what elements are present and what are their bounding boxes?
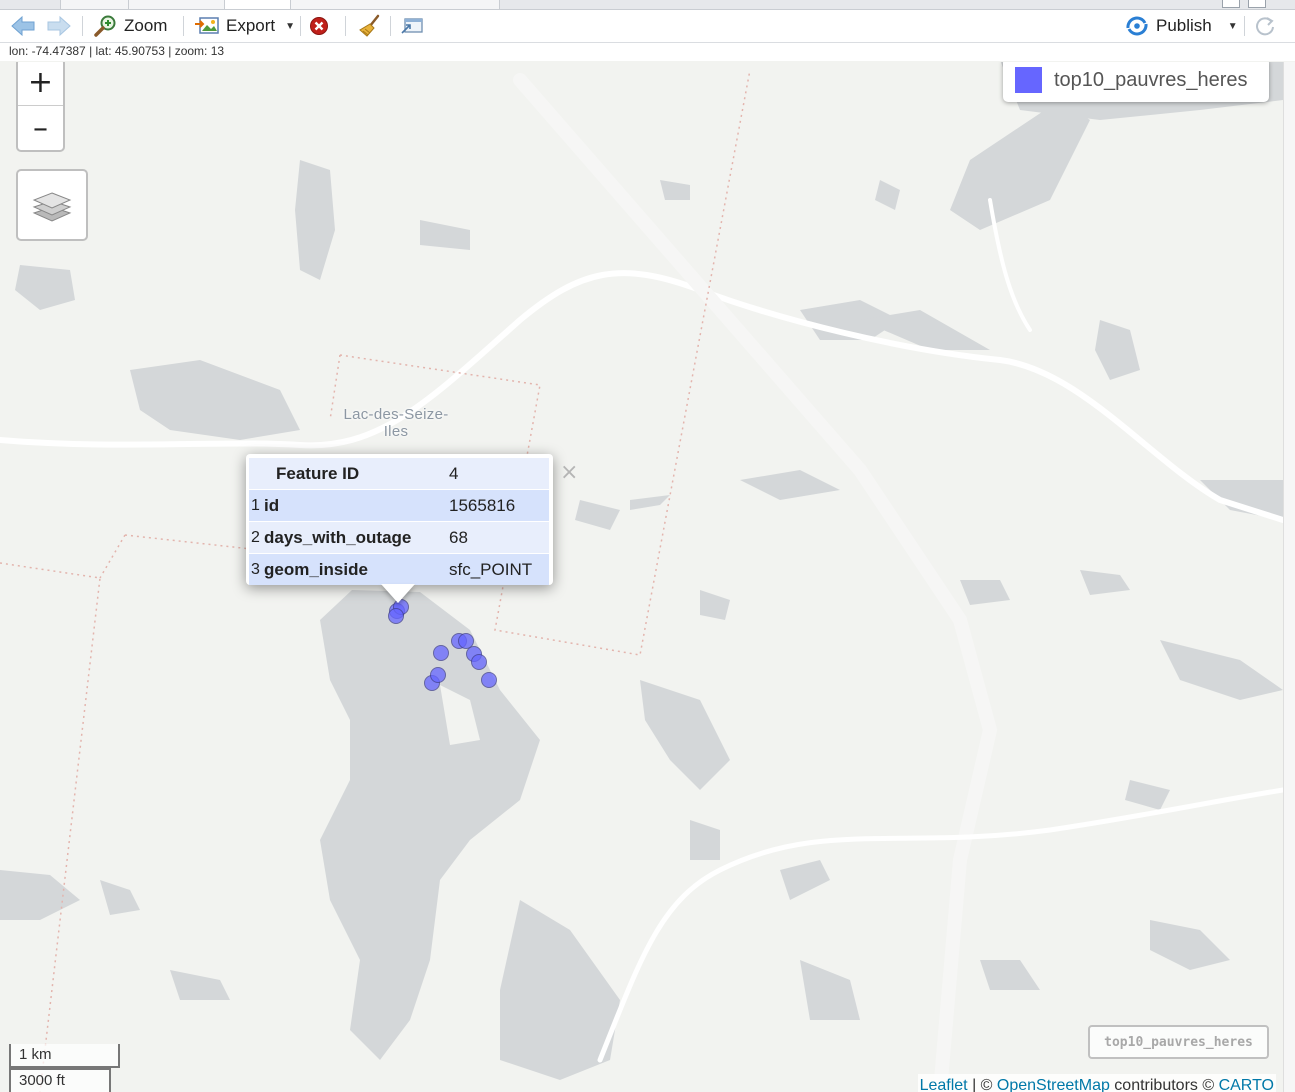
forward-button[interactable] xyxy=(46,14,72,38)
place-label: Lac-des-Seize- Iles xyxy=(325,406,467,440)
popup-attribute-table: Feature ID 4 1 id 1565816 2 days_with_ou… xyxy=(249,458,549,585)
popup-close-button[interactable]: × xyxy=(560,460,578,485)
scale-control: 1 km 3000 ft xyxy=(9,1044,120,1092)
refresh-button[interactable] xyxy=(1254,14,1276,38)
popup-row-key: days_with_outage xyxy=(264,521,449,554)
zoom-out-button[interactable]: – xyxy=(18,105,63,150)
legend-swatch xyxy=(1015,67,1042,93)
refresh-icon xyxy=(1256,17,1274,36)
layer-name-badge: top10_pauvres_heres xyxy=(1088,1025,1269,1059)
broom-icon xyxy=(359,14,380,37)
export-button[interactable]: Export ▼ xyxy=(194,14,295,38)
map-attribution: Leaflet | © OpenStreetMap contributors ©… xyxy=(917,1074,1276,1092)
attribution-mid: contributors © xyxy=(1109,1077,1219,1092)
popup-row-value: 68 xyxy=(449,521,549,554)
feature-marker[interactable] xyxy=(471,654,487,670)
popup-row: 1 id 1565816 xyxy=(249,489,549,522)
remove-button[interactable] xyxy=(309,14,329,38)
basemap-tiles xyxy=(0,62,1283,1092)
popup-header-value: 4 xyxy=(449,458,549,490)
publish-button[interactable]: Publish ▼ xyxy=(1124,14,1238,38)
clear-all-button[interactable] xyxy=(358,14,382,38)
back-arrow-icon xyxy=(11,15,35,37)
osm-link[interactable]: OpenStreetMap xyxy=(997,1077,1110,1092)
leaflet-map[interactable]: Lac-des-Seize- Iles + – top10_pauvres_he… xyxy=(0,62,1283,1092)
publish-icon xyxy=(1126,16,1148,36)
publish-dropdown-icon: ▼ xyxy=(1227,20,1238,32)
zoom-label: Zoom xyxy=(124,16,168,35)
tab[interactable] xyxy=(290,0,500,9)
scale-imperial: 3000 ft xyxy=(9,1068,111,1092)
map-legend: top10_pauvres_heres xyxy=(1003,62,1269,102)
vertical-scrollbar[interactable] xyxy=(1283,62,1295,1092)
popup-row-value: 1565816 xyxy=(449,489,549,522)
feature-marker[interactable] xyxy=(433,645,449,661)
popup-row: 3 geom_inside sfc_POINT xyxy=(249,553,549,585)
attribution-sep: | © xyxy=(967,1077,997,1092)
popup-row-key: geom_inside xyxy=(264,553,449,585)
popup-row-index: 2 xyxy=(249,521,264,554)
feature-marker[interactable] xyxy=(481,672,497,688)
publish-label: Publish xyxy=(1156,16,1212,35)
legend-label: top10_pauvres_heres xyxy=(1054,68,1248,91)
layers-icon xyxy=(32,192,72,222)
editor-tab-strip xyxy=(0,0,1295,10)
zoom-magnifier-icon xyxy=(94,15,116,37)
zoom-button[interactable]: Zoom xyxy=(94,14,167,38)
back-button[interactable] xyxy=(10,14,36,38)
popup-tip xyxy=(381,584,415,603)
feature-marker[interactable] xyxy=(430,667,446,683)
layers-control-button[interactable] xyxy=(16,169,88,241)
popup-header-key: Feature ID xyxy=(264,458,449,490)
place-label-line2: Iles xyxy=(383,423,409,440)
carto-link[interactable]: CARTO xyxy=(1219,1077,1274,1092)
tab-viewer[interactable] xyxy=(224,0,292,9)
popup-row: 2 days_with_outage 68 xyxy=(249,521,549,554)
feature-marker[interactable] xyxy=(388,608,404,624)
maximize-icon[interactable] xyxy=(1248,0,1266,8)
viewer-toolbar: Zoom Export ▼ Publish ▼ xyxy=(0,10,1295,43)
export-image-icon xyxy=(195,17,219,34)
zoom-control: + – xyxy=(16,62,65,152)
export-dropdown-icon: ▼ xyxy=(285,20,296,32)
popup-row-key: id xyxy=(264,489,449,522)
leaflet-link[interactable]: Leaflet xyxy=(920,1077,968,1092)
scale-metric: 1 km xyxy=(9,1044,120,1068)
show-in-window-button[interactable] xyxy=(400,14,424,38)
zoom-in-button[interactable]: + xyxy=(18,62,63,105)
popup-row-value: sfc_POINT xyxy=(449,553,549,585)
coordinates-readout: lon: -74.47387 | lat: 45.90753 | zoom: 1… xyxy=(0,43,1295,61)
tab[interactable] xyxy=(128,0,226,9)
popup-header-row: Feature ID 4 xyxy=(249,458,549,490)
popup-row-index: 3 xyxy=(249,553,264,585)
popout-window-icon xyxy=(401,18,423,34)
remove-icon xyxy=(310,17,328,35)
export-label: Export xyxy=(226,16,276,35)
minimize-icon[interactable] xyxy=(1222,0,1240,8)
forward-arrow-icon xyxy=(47,15,71,37)
feature-popup: Feature ID 4 1 id 1565816 2 days_with_ou… xyxy=(246,454,553,585)
place-label-line1: Lac-des-Seize- xyxy=(343,406,449,423)
tab[interactable] xyxy=(60,0,130,9)
popup-row-index: 1 xyxy=(249,489,264,522)
